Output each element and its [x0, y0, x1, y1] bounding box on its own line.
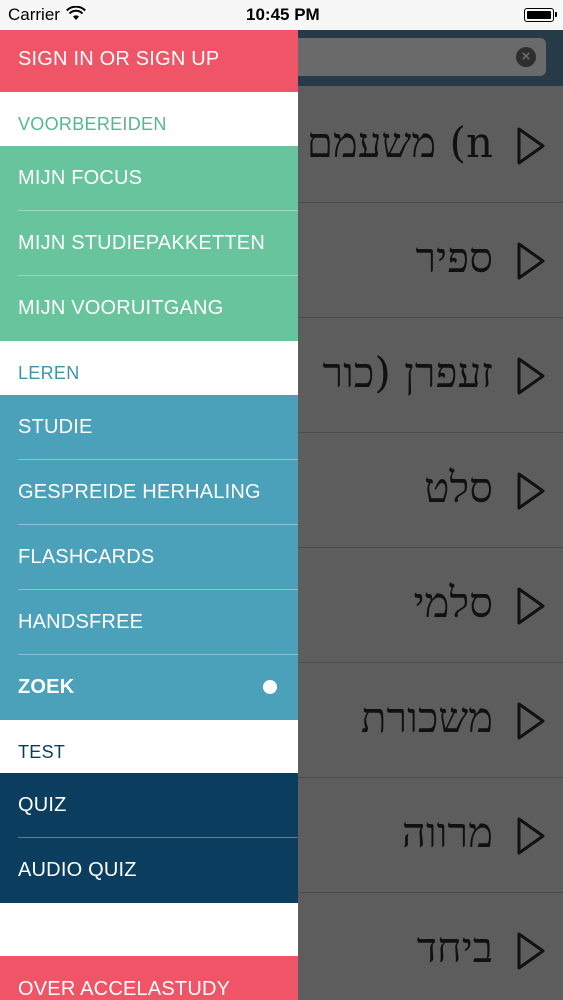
word-text: מרווה: [401, 808, 493, 857]
play-icon[interactable]: [516, 471, 546, 511]
active-indicator-icon: [263, 680, 277, 694]
play-icon[interactable]: [516, 586, 546, 626]
section-header-test: TEST: [0, 720, 298, 774]
menu-item-label: FLASHCARDS: [18, 546, 155, 568]
play-icon[interactable]: [516, 701, 546, 741]
menu-item-study[interactable]: STUDIE: [0, 395, 298, 460]
sign-in-button[interactable]: SIGN IN OR SIGN UP: [0, 30, 298, 92]
menu-item-label: OVER ACCELASTUDY: [18, 978, 231, 1000]
battery-level: [526, 10, 551, 19]
menu-item-my-progress[interactable]: MIJN VOORUITGANG: [0, 276, 298, 341]
play-icon[interactable]: [516, 816, 546, 856]
menu-item-quiz[interactable]: QUIZ: [0, 773, 298, 838]
menu-item-label: MIJN VOORUITGANG: [18, 297, 224, 319]
word-text: סלט: [424, 463, 493, 512]
navigation-drawer: SIGN IN OR SIGN UP VOORBEREIDEN MIJN FOC…: [0, 30, 298, 1000]
menu-item-search[interactable]: ZOEK: [0, 655, 298, 720]
play-icon[interactable]: [516, 931, 546, 971]
section-header-label: LEREN: [18, 363, 80, 383]
menu-item-label: AUDIO QUIZ: [18, 859, 137, 881]
menu-item-handsfree[interactable]: HANDSFREE: [0, 590, 298, 655]
clock: 10:45 PM: [246, 5, 320, 24]
menu-item-about[interactable]: OVER ACCELASTUDY: [0, 956, 298, 1000]
menu-item-my-focus[interactable]: MIJN FOCUS: [0, 146, 298, 211]
menu-item-label: HANDSFREE: [18, 611, 144, 633]
menu-item-audio-quiz[interactable]: AUDIO QUIZ: [0, 838, 298, 903]
menu-item-study-packages[interactable]: MIJN STUDIEPAKKETTEN: [0, 211, 298, 276]
word-text: משכורת: [360, 693, 493, 742]
menu-item-flashcards[interactable]: FLASHCARDS: [0, 525, 298, 590]
section-header-learn: LEREN: [0, 341, 298, 395]
play-icon[interactable]: [516, 241, 546, 281]
word-text: ספיר: [415, 233, 493, 282]
menu-item-label: GESPREIDE HERHALING: [18, 481, 261, 503]
word-text: משעמם (n: [306, 118, 493, 167]
search-field[interactable]: [290, 38, 546, 76]
word-text: סלמי: [413, 578, 493, 627]
menu-item-label: ZOEK: [18, 676, 75, 698]
sign-in-label: SIGN IN OR SIGN UP: [18, 48, 220, 70]
battery-icon: [524, 8, 557, 22]
section-header-label: VOORBEREIDEN: [18, 114, 167, 134]
wifi-icon: [66, 6, 86, 20]
play-icon[interactable]: [516, 356, 546, 396]
section-header-label: TEST: [18, 742, 66, 762]
carrier-label: Carrier: [8, 5, 60, 24]
word-text: זעפרן (כור: [322, 348, 493, 397]
menu-item-label: MIJN STUDIEPAKKETTEN: [18, 232, 265, 254]
menu-item-label: QUIZ: [18, 794, 67, 816]
clear-icon[interactable]: ×: [516, 47, 536, 67]
section-header-prepare: VOORBEREIDEN: [0, 92, 298, 146]
menu-item-spaced-repetition[interactable]: GESPREIDE HERHALING: [0, 460, 298, 525]
menu-item-label: MIJN FOCUS: [18, 167, 143, 189]
word-text: ביחד: [416, 923, 493, 972]
menu-item-label: STUDIE: [18, 416, 93, 438]
status-bar: Carrier 10:45 PM: [0, 0, 563, 30]
play-icon[interactable]: [516, 126, 546, 166]
